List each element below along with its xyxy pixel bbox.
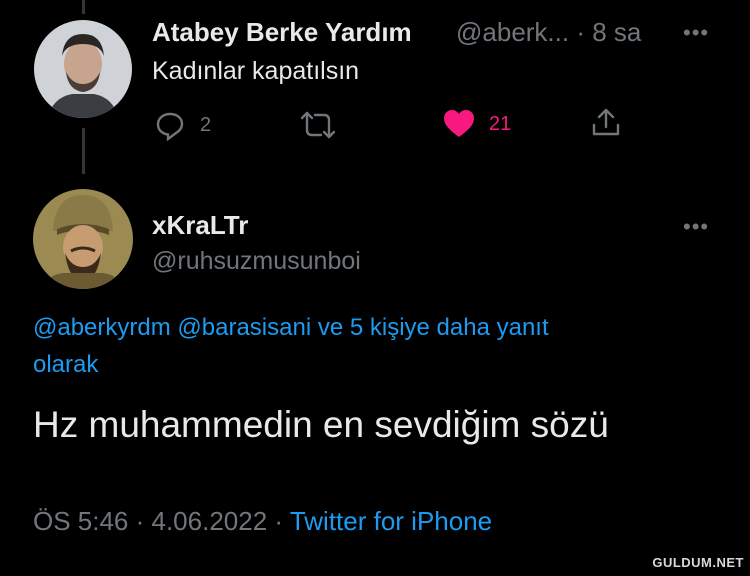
like-button[interactable]: 21: [443, 109, 511, 139]
main-display-name[interactable]: xKraLTr: [152, 210, 248, 241]
tweet-meta: ÖS 5:46 · 4.06.2022 · Twitter for iPhone: [33, 506, 492, 537]
reply-button[interactable]: 2: [154, 109, 211, 141]
watermark: GULDUM.NET: [652, 555, 744, 570]
parent-tweet-text: Kadınlar kapatılsın: [152, 57, 360, 85]
retweet-button[interactable]: [299, 110, 337, 140]
reply-context-text-2[interactable]: olarak: [33, 351, 98, 378]
main-more-icon[interactable]: •••: [683, 216, 709, 238]
main-handle[interactable]: @ruhsuzmusunboi: [152, 247, 361, 276]
parent-more-icon[interactable]: •••: [683, 22, 709, 44]
retweet-icon: [300, 111, 336, 139]
main-avatar[interactable]: [33, 189, 133, 289]
share-button[interactable]: [590, 106, 622, 138]
reply-context-text[interactable]: @aberkyrdm @barasisani ve 5 kişiye daha …: [33, 314, 549, 341]
heart-icon: [444, 110, 474, 137]
timestamp[interactable]: ÖS 5:46 · 4.06.2022 ·: [33, 506, 283, 536]
reply-icon: [156, 112, 184, 141]
like-count: 21: [489, 112, 512, 135]
thread-line-top: [82, 0, 85, 14]
source-link[interactable]: Twitter for iPhone: [290, 506, 492, 536]
parent-display-name[interactable]: Atabey Berke Yardım: [152, 17, 412, 48]
main-tweet-text: Hz muhammedin en sevdiğim sözü: [33, 404, 609, 445]
parent-avatar[interactable]: [34, 20, 132, 118]
reply-context-line-2: olarak: [33, 351, 98, 379]
parent-handle-time[interactable]: @aberk... · 8 sa: [456, 17, 641, 48]
thread-line-bottom: [82, 128, 85, 174]
reply-context-line-1: @aberkyrdm @barasisani ve 5 kişiye daha …: [33, 314, 549, 342]
reply-count: 2: [200, 113, 212, 136]
share-icon: [592, 108, 620, 136]
